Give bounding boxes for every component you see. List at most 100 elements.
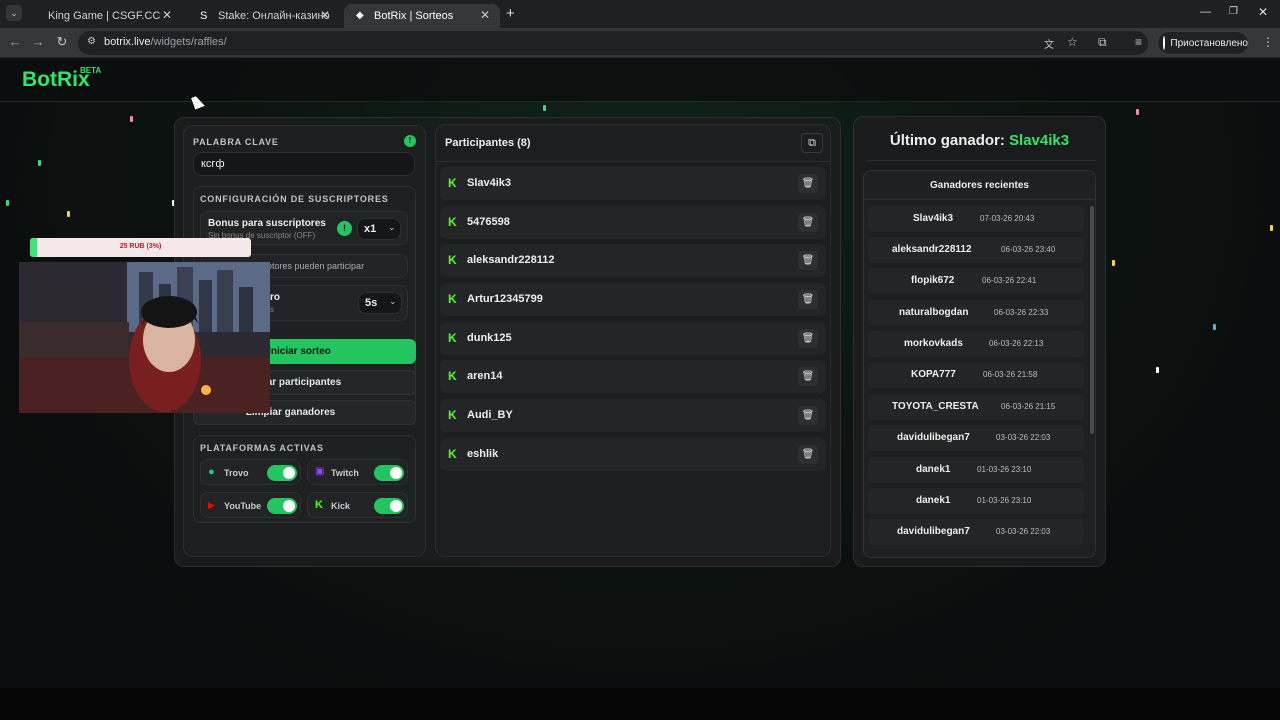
- webcam-overlay: [19, 262, 270, 413]
- keyword-input[interactable]: ксгф: [193, 152, 415, 176]
- multiplier-select[interactable]: x1 ⌄: [357, 218, 401, 240]
- media-controls-icon[interactable]: ≡: [1135, 35, 1142, 49]
- maximize-button[interactable]: ❐: [1229, 6, 1238, 17]
- participant-name: Slav4ik3: [467, 177, 512, 189]
- tab-title: Stake: Онлайн-казино и ставк…: [218, 10, 330, 22]
- profile-button[interactable]: Приостановлено: [1157, 31, 1249, 55]
- trash-icon[interactable]: 🗑: [798, 174, 818, 193]
- winner-name: davidulibegan7: [897, 432, 970, 443]
- participant-name: aren14: [467, 370, 503, 382]
- winner-name: Slav4ik3: [913, 213, 954, 224]
- platform-name: Kick: [331, 501, 351, 511]
- table-row: flopik672 06-03-26 22:41: [868, 268, 1084, 294]
- menu-kebab-icon[interactable]: ⋮: [1262, 35, 1274, 49]
- participant-name: aleksandr228112: [467, 254, 555, 266]
- subscribers-section-label: CONFIGURACIÓN DE SUSCRIPTORES: [200, 194, 389, 204]
- trash-icon[interactable]: 🗑: [798, 406, 818, 425]
- tab-botrix[interactable]: ◆ BotRix | Sorteos ✕: [344, 4, 500, 28]
- extensions-icon[interactable]: ⧉: [1098, 35, 1107, 50]
- list-item: Karen14 🗑: [440, 360, 826, 393]
- tab-search-dropdown[interactable]: ⌄: [6, 5, 22, 21]
- tab-stake[interactable]: S Stake: Онлайн-казино и ставк… ✕: [188, 4, 340, 28]
- donation-progress-bar: 25 RUB (3%): [30, 238, 251, 257]
- twitch-toggle[interactable]: [374, 465, 404, 481]
- participant-name: dunk125: [467, 332, 512, 344]
- kick-icon: K: [448, 215, 457, 229]
- platform-youtube: ▶ YouTube: [200, 492, 301, 518]
- list-item: K Artur12345799 🗑: [440, 283, 826, 316]
- tab-king-game[interactable]: King Game | CSGF.CC ✕: [36, 4, 182, 28]
- platform-trovo: ● Trovo: [200, 459, 301, 485]
- tab-title: King Game | CSGF.CC: [48, 10, 161, 22]
- table-row: davidulibegan7 03-03-26 22:03: [868, 519, 1084, 545]
- trash-icon[interactable]: 🗑: [798, 251, 818, 270]
- confetti-piece: [543, 105, 546, 111]
- last-winner-heading: Último ganador: Slav4ik3: [853, 132, 1106, 149]
- scrollbar[interactable]: [1090, 206, 1094, 434]
- youtube-toggle[interactable]: [267, 498, 297, 514]
- winner-name: morkovkads: [904, 338, 963, 349]
- bottom-bar: [0, 688, 1280, 720]
- trash-icon[interactable]: 🗑: [798, 329, 818, 348]
- timer-value: 5s: [365, 297, 378, 309]
- kick-icon: K: [448, 447, 457, 461]
- bonus-info-icon[interactable]: !: [337, 221, 352, 236]
- winner-date: 06-03-26 22:13: [989, 339, 1044, 348]
- url-field[interactable]: ⚙ botrix.live/widgets/raffles/ 文 ☆: [78, 31, 1148, 55]
- bookmark-star-icon[interactable]: ☆: [1067, 35, 1078, 49]
- winner-date: 06-03-26 21:15: [1001, 402, 1056, 411]
- winner-date: 01-03-26 23:10: [977, 465, 1032, 474]
- close-window-button[interactable]: ✕: [1258, 5, 1268, 19]
- close-icon[interactable]: ✕: [162, 8, 172, 22]
- trash-icon[interactable]: 🗑: [798, 445, 818, 464]
- webcam-image: [19, 262, 270, 413]
- participant-name: 5476598: [467, 216, 510, 228]
- table-row: aleksandr228112 06-03-26 23:40: [868, 237, 1084, 263]
- platforms-label: PLATAFORMAS ACTIVAS: [200, 443, 324, 453]
- trash-icon[interactable]: 🗑: [798, 290, 818, 309]
- platform-twitch: ▣ Twitch: [307, 459, 408, 485]
- kick-toggle[interactable]: [374, 498, 404, 514]
- trash-icon[interactable]: 🗑: [798, 213, 818, 232]
- donation-progress-text: 25 RUB (3%): [119, 243, 162, 250]
- address-bar: ← → ↻ ⚙ botrix.live/widgets/raffles/ 文 ☆…: [0, 28, 1280, 58]
- bonus-title: Bonus para suscriptores: [208, 218, 326, 229]
- trovo-toggle[interactable]: [267, 465, 297, 481]
- copy-icon[interactable]: ⧉: [801, 133, 823, 153]
- back-icon[interactable]: ←: [6, 34, 24, 49]
- list-item: K Audi_BY 🗑: [440, 399, 826, 432]
- winner-date: 03-03-26 22:03: [996, 527, 1051, 536]
- site-info-icon[interactable]: ⚙: [87, 36, 96, 47]
- kick-icon: K: [448, 369, 457, 383]
- translate-icon[interactable]: 文: [1044, 36, 1054, 51]
- forward-icon[interactable]: →: [29, 34, 47, 49]
- info-icon[interactable]: !: [404, 135, 416, 147]
- winner-name: aleksandr228112: [892, 244, 972, 255]
- new-tab-button[interactable]: +: [506, 5, 515, 22]
- timer-select[interactable]: 5s ⌄: [358, 292, 402, 314]
- trash-icon[interactable]: 🗑: [798, 367, 818, 386]
- trovo-icon: ●: [208, 466, 215, 478]
- browser-tab-bar: ⌄ King Game | CSGF.CC ✕ S Stake: Онлайн-…: [0, 0, 1280, 28]
- url-path: /widgets/raffles/: [150, 36, 227, 48]
- beta-badge: BETA: [80, 66, 102, 75]
- youtube-icon: ▶: [208, 500, 215, 510]
- participant-name: Audi_BY: [467, 409, 513, 421]
- close-icon[interactable]: ✕: [320, 8, 330, 22]
- platform-kick: K Kick: [307, 492, 408, 518]
- reload-icon[interactable]: ↻: [53, 34, 71, 50]
- minimize-button[interactable]: —: [1200, 6, 1211, 18]
- close-icon[interactable]: ✕: [480, 8, 490, 22]
- list-item: Keshlik 🗑: [440, 438, 826, 471]
- timer-text: ro: [270, 292, 280, 303]
- list-item: K 5476598 🗑: [440, 206, 826, 239]
- confetti-piece: [1136, 109, 1139, 115]
- table-row: morkovkads 06-03-26 22:13: [868, 331, 1084, 357]
- recent-divider: [864, 199, 1095, 200]
- platform-name: YouTube: [224, 501, 262, 511]
- winner-name: TOYOTA_CRESTA: [892, 401, 979, 412]
- platform-name: Twitch: [331, 468, 359, 478]
- table-row: danek1 01-03-26 23:10: [868, 488, 1084, 514]
- last-winner-name: Slav4ik3: [1009, 132, 1070, 149]
- table-row: danek1 01-03-26 23:10: [868, 457, 1084, 483]
